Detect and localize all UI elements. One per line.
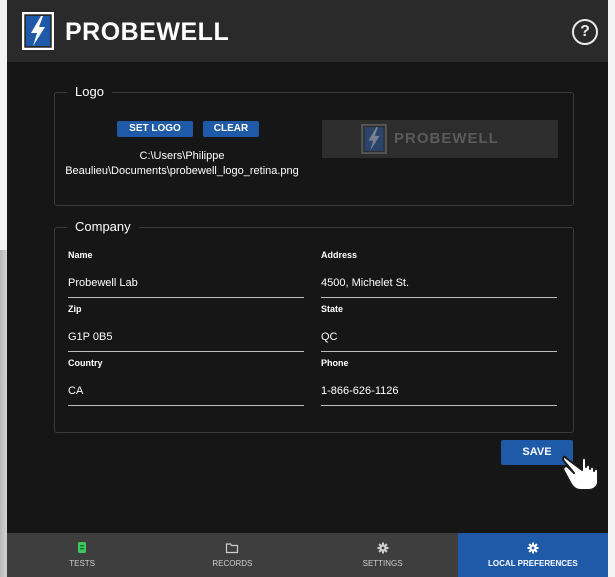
probewell-logo-icon [22, 12, 54, 50]
logo-preview: PROBEWELL [322, 120, 558, 158]
logo-section-title: Logo [67, 84, 112, 99]
phone-field[interactable]: Phone 1-866-626-1126 [321, 358, 557, 406]
logo-path-line-2: Beaulieu\Documents\probewell_logo_retina… [65, 165, 299, 177]
state-label: State [321, 304, 344, 314]
nav-settings[interactable]: SETTINGS [308, 533, 458, 577]
app-header: PROBEWELL ? [7, 0, 608, 62]
clear-logo-button[interactable]: CLEAR [203, 121, 259, 137]
help-button[interactable]: ? [572, 19, 598, 45]
gear-icon [527, 542, 539, 554]
logo-preview-text: PROBEWELL [394, 130, 499, 147]
zip-input[interactable]: G1P 0B5 [68, 331, 304, 352]
logo-preview-icon [361, 124, 387, 154]
address-input[interactable]: 4500, Michelet St. [321, 277, 557, 298]
brand-name: PROBEWELL [65, 18, 230, 46]
address-field[interactable]: Address 4500, Michelet St. [321, 250, 557, 298]
name-field[interactable]: Name Probewell Lab [68, 250, 304, 298]
address-label: Address [321, 250, 358, 260]
hand-pointer-icon [562, 455, 599, 491]
nav-tests-label: TESTS [69, 559, 96, 568]
nav-local-preferences[interactable]: LOCAL PREFERENCES [457, 533, 608, 577]
phone-label: Phone [321, 358, 349, 368]
phone-input[interactable]: 1-866-626-1126 [321, 385, 557, 406]
zip-label: Zip [68, 304, 82, 314]
state-input[interactable]: QC [321, 331, 557, 352]
app-window: PROBEWELL ? Logo SET LOGO CLEAR C:\Users… [7, 0, 608, 577]
name-input[interactable]: Probewell Lab [68, 277, 304, 298]
nav-settings-label: SETTINGS [362, 559, 403, 568]
country-field[interactable]: Country CA [68, 358, 304, 406]
set-logo-button[interactable]: SET LOGO [117, 121, 193, 137]
bottom-nav: TESTS RECORDS SETTINGS LOCAL PREFERENCES [7, 533, 608, 577]
zip-field[interactable]: Zip G1P 0B5 [68, 304, 304, 352]
logo-file-path: C:\Users\Philippe Beaulieu\Documents\pro… [59, 149, 305, 179]
country-input[interactable]: CA [68, 385, 304, 406]
company-section: Company Name Probewell Lab Address 4500,… [54, 219, 574, 433]
page-margin [608, 0, 615, 577]
nav-records[interactable]: RECORDS [157, 533, 307, 577]
nav-local-preferences-label: LOCAL PREFERENCES [488, 559, 578, 568]
company-section-title: Company [67, 219, 139, 234]
tests-icon [78, 542, 87, 553]
logo-section: Logo SET LOGO CLEAR C:\Users\Philippe Be… [54, 84, 574, 206]
nav-records-label: RECORDS [212, 559, 253, 568]
gear-icon [377, 542, 389, 554]
name-label: Name [68, 250, 93, 260]
state-field[interactable]: State QC [321, 304, 557, 352]
logo-path-line-1: C:\Users\Philippe [139, 150, 225, 162]
country-label: Country [68, 358, 103, 368]
folder-icon [226, 543, 239, 554]
nav-tests[interactable]: TESTS [7, 533, 157, 577]
